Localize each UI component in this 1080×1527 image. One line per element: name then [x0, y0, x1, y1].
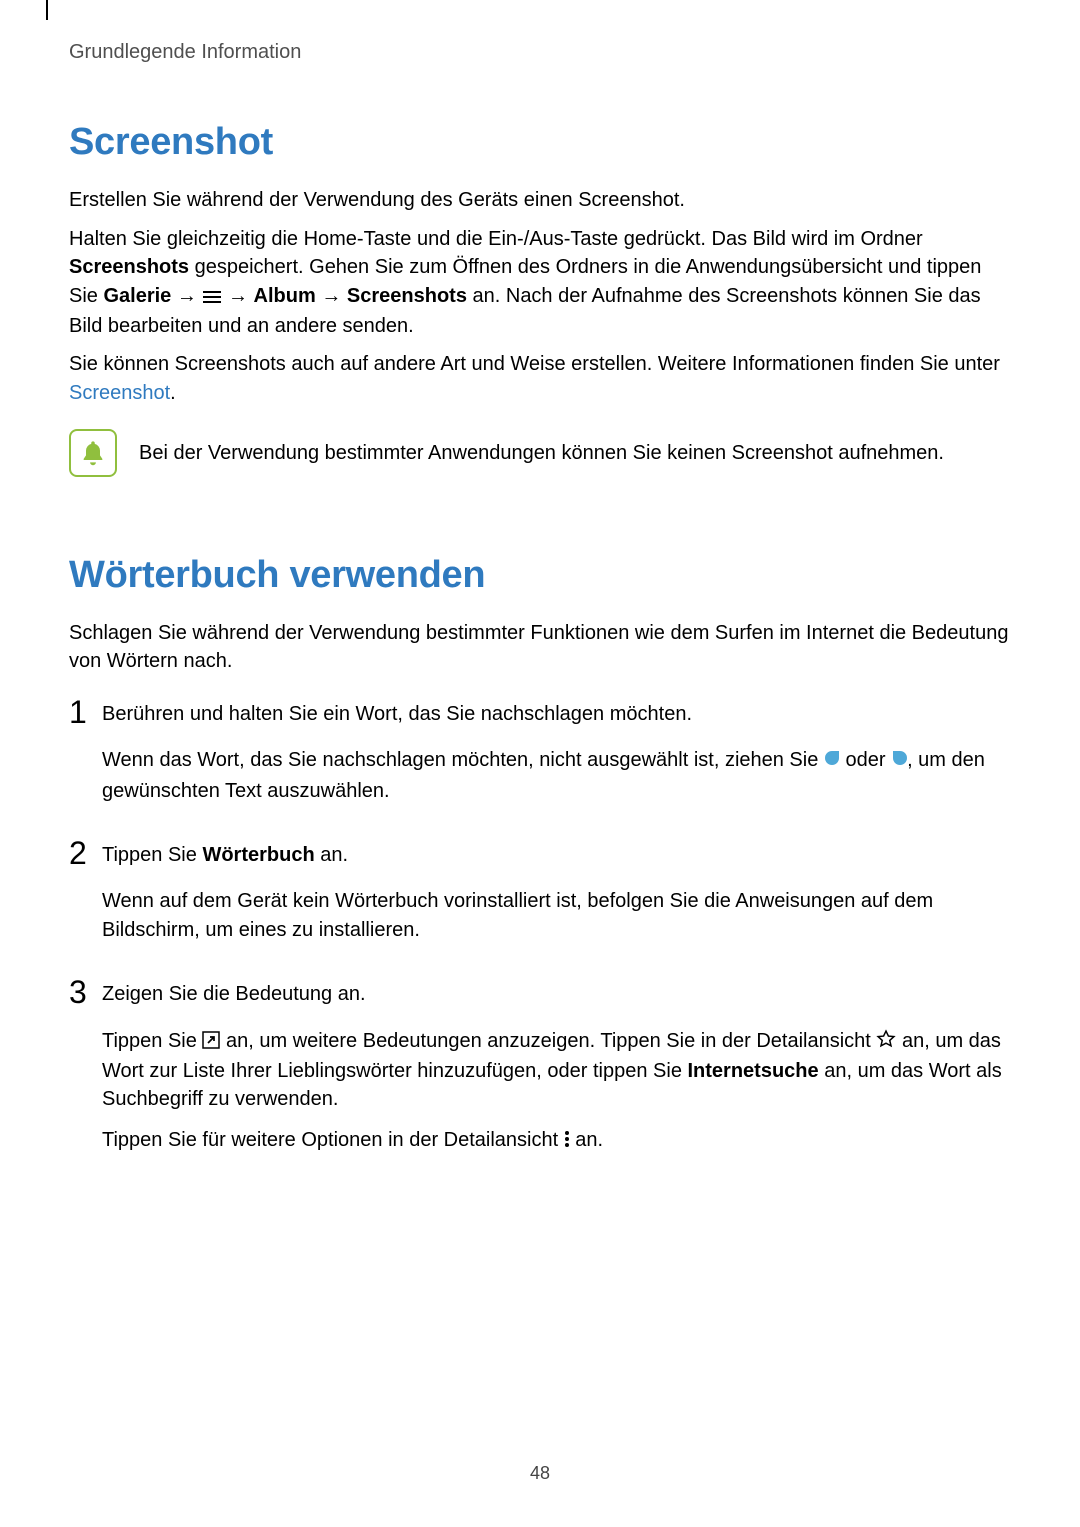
text-bold: Screenshots [69, 256, 189, 278]
body-text: Schlagen Sie während der Verwendung best… [69, 619, 1011, 676]
text-span: Wenn das Wort, das Sie nachschlagen möch… [102, 749, 824, 771]
selection-handle-right-icon [891, 748, 907, 776]
text-span: Halten Sie gleichzeitig die Home-Taste u… [69, 228, 923, 250]
selection-handle-left-icon [824, 748, 840, 776]
text-span: oder [840, 749, 891, 771]
body-text: Berühren und halten Sie ein Wort, das Si… [102, 700, 1011, 728]
text-span: . [170, 382, 176, 404]
text-span: → [316, 285, 347, 307]
text-bold: Galerie [103, 285, 171, 307]
step-body: Berühren und halten Sie ein Wort, das Si… [102, 700, 1011, 817]
body-text: Erstellen Sie während der Verwendung des… [69, 186, 1011, 214]
body-text: Tippen Sie an, um weitere Bedeutungen an… [102, 1027, 1011, 1114]
step-body: Zeigen Sie die Bedeutung an. Tippen Sie … [102, 980, 1011, 1168]
step-block: 1 Berühren und halten Sie ein Wort, das … [69, 700, 1011, 817]
text-bold: Internetsuche [688, 1060, 819, 1082]
text-span: → [222, 285, 253, 307]
step-number: 3 [69, 976, 89, 1008]
body-text: Tippen Sie Wörterbuch an. [102, 841, 1011, 869]
document-page: Grundlegende Information Screenshot Erst… [0, 0, 1080, 1527]
heading-screenshot: Screenshot [69, 116, 1011, 170]
text-bold: Screenshots [347, 285, 467, 307]
text-bold: Album [254, 285, 316, 307]
step-number: 2 [69, 837, 89, 869]
page-number: 48 [0, 1461, 1080, 1487]
text-span: an. [570, 1129, 603, 1151]
crop-mark [46, 0, 48, 20]
note-text: Bei der Verwendung bestimmter Anwendunge… [139, 429, 1011, 467]
star-outline-icon [876, 1029, 896, 1057]
text-span: Tippen Sie [102, 1030, 202, 1052]
breadcrumb: Grundlegende Information [69, 38, 1011, 66]
text-span: Sie können Screenshots auch auf andere A… [69, 353, 1000, 375]
body-text: Sie können Screenshots auch auf andere A… [69, 350, 1011, 407]
step-number: 1 [69, 696, 89, 728]
body-text: Wenn das Wort, das Sie nachschlagen möch… [102, 746, 1011, 805]
step-block: 2 Tippen Sie Wörterbuch an. Wenn auf dem… [69, 841, 1011, 956]
heading-dictionary: Wörterbuch verwenden [69, 549, 1011, 603]
step-body: Tippen Sie Wörterbuch an. Wenn auf dem G… [102, 841, 1011, 956]
body-text: Tippen Sie für weitere Optionen in der D… [102, 1126, 1011, 1156]
text-span: → [171, 285, 202, 307]
text-span: Tippen Sie für weitere Optionen in der D… [102, 1129, 564, 1151]
note-block: Bei der Verwendung bestimmter Anwendunge… [69, 429, 1011, 477]
bell-note-icon [69, 429, 117, 477]
body-text: Wenn auf dem Gerät kein Wörterbuch vorin… [102, 887, 1011, 944]
hamburger-menu-icon [202, 284, 222, 312]
text-span: Tippen Sie [102, 844, 202, 866]
link-screenshot[interactable]: Screenshot [69, 382, 170, 404]
step-block: 3 Zeigen Sie die Bedeutung an. Tippen Si… [69, 980, 1011, 1168]
text-span: an. [315, 844, 348, 866]
text-bold: Wörterbuch [202, 844, 314, 866]
body-text: Zeigen Sie die Bedeutung an. [102, 980, 1011, 1008]
body-text: Halten Sie gleichzeitig die Home-Taste u… [69, 225, 1011, 341]
text-span: an, um weitere Bedeutungen anzuzeigen. T… [220, 1030, 876, 1052]
expand-icon [202, 1029, 220, 1057]
